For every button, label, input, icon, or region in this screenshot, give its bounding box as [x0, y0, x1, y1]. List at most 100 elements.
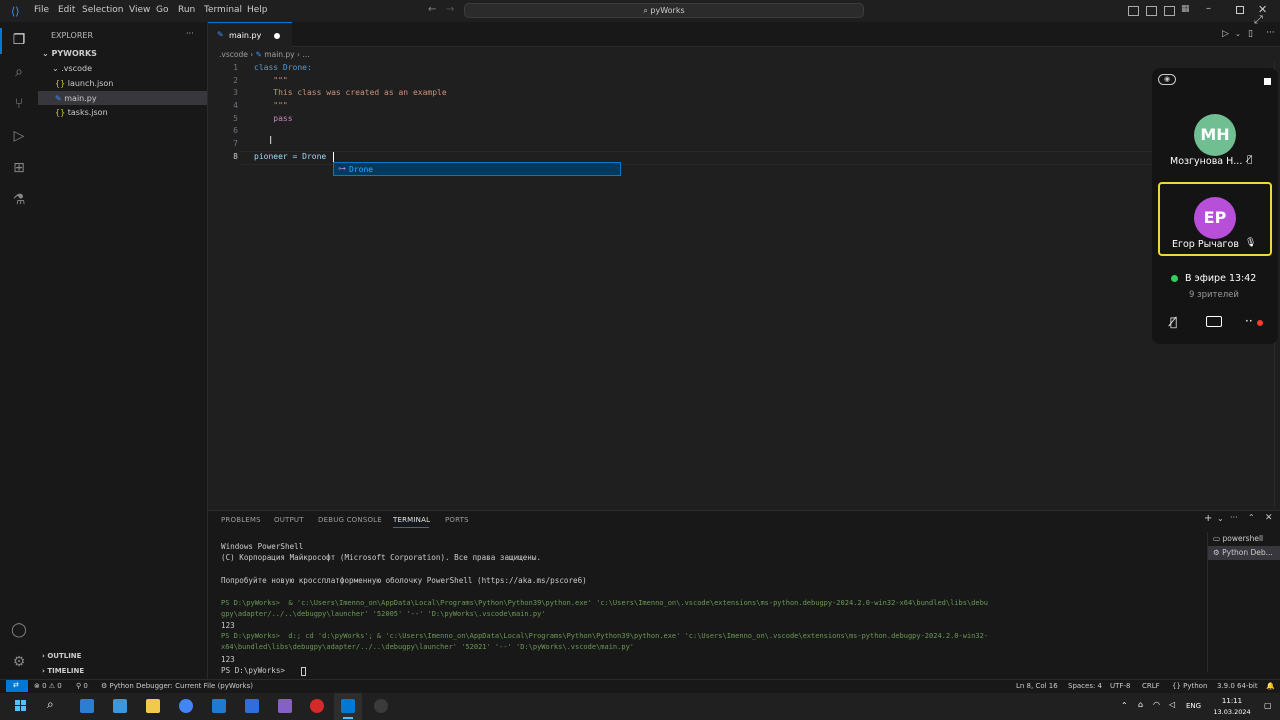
menu-view[interactable]: View — [129, 5, 150, 15]
tray-chevron-icon[interactable]: ⌃ — [1121, 701, 1128, 710]
line-number: 1 — [233, 63, 238, 72]
collapse-overlay-icon[interactable] — [1264, 78, 1271, 85]
indentation[interactable]: Spaces: 4 — [1068, 682, 1102, 690]
editor-more-icon[interactable]: ··· — [1266, 28, 1275, 38]
clock-date[interactable]: 13.03.2024 — [1210, 708, 1254, 716]
terminal-item-powershell[interactable]: ▭ powershell — [1213, 534, 1263, 543]
layout-panel-icon[interactable] — [1146, 6, 1157, 16]
timeline-section[interactable]: › TIMELINE — [42, 667, 84, 675]
run-debug-icon[interactable]: ▷ — [11, 128, 27, 144]
split-editor-icon[interactable]: ▯ — [1248, 29, 1253, 39]
customize-layout-icon[interactable]: ▦ — [1181, 4, 1190, 14]
cursor-position[interactable]: Ln 8, Col 16 — [1016, 682, 1058, 690]
code-editor[interactable] — [208, 62, 1280, 507]
new-terminal-icon[interactable]: + — [1204, 513, 1212, 524]
workspace-root[interactable]: ⌄ PYWORKS — [42, 49, 97, 58]
line-number: 8 — [233, 152, 238, 161]
input-language[interactable]: ENG — [1186, 702, 1201, 710]
restore-icon[interactable] — [1236, 6, 1244, 14]
taskbar-app-icon[interactable] — [245, 699, 259, 713]
close-panel-icon[interactable]: ✕ — [1265, 513, 1273, 523]
editor-tab-bar — [208, 22, 1280, 47]
file-explorer-icon[interactable] — [146, 699, 160, 713]
command-center-search[interactable]: ⌕ pyWorks — [464, 3, 864, 18]
mute-mic-button-icon[interactable]: 🎙̸ — [1170, 315, 1177, 329]
debug-status[interactable]: ⚙ Python Debugger: Current File (pyWorks… — [101, 682, 253, 690]
unsaved-dot-icon[interactable] — [274, 33, 280, 39]
back-arrow-icon[interactable]: ← — [428, 4, 436, 15]
menu-help[interactable]: Help — [247, 5, 268, 15]
menu-file[interactable]: File — [34, 5, 49, 15]
manage-gear-icon[interactable]: ⚙ — [11, 654, 27, 670]
breadcrumb-folder[interactable]: .vscode — [219, 50, 248, 59]
testing-icon[interactable]: ⚗ — [11, 192, 27, 208]
remote-indicator[interactable]: ⇄ — [6, 680, 28, 692]
forward-arrow-icon[interactable]: → — [446, 4, 454, 15]
run-file-icon[interactable]: ▷ — [1222, 29, 1229, 39]
language-mode[interactable]: {} Python — [1172, 682, 1207, 690]
maximize-panel-icon[interactable]: ⌃ — [1248, 513, 1255, 522]
taskbar-app-icon[interactable] — [113, 699, 127, 713]
source-control-icon[interactable]: ⑂ — [11, 96, 27, 112]
menu-edit[interactable]: Edit — [58, 5, 75, 15]
more-options-icon[interactable]: ·· — [1245, 314, 1253, 328]
tab-ports[interactable]: PORTS — [445, 516, 469, 524]
line-endings[interactable]: CRLF — [1142, 682, 1160, 690]
breadcrumb-file[interactable]: main.py — [264, 50, 294, 59]
tab-main-py[interactable]: ✎ main.py — [208, 22, 292, 47]
wifi-icon[interactable]: ◠ — [1153, 700, 1160, 709]
notification-center-icon[interactable]: ▢ — [1264, 701, 1272, 710]
expand-overlay-icon[interactable]: ⤢ — [1254, 13, 1263, 27]
extensions-icon[interactable]: ⊞ — [11, 160, 27, 176]
suggestion-widget[interactable]: ⊶ Drone — [333, 162, 621, 176]
notifications-bell-icon[interactable]: 🔔 — [1266, 682, 1275, 690]
terminal-item-label: powershell — [1222, 534, 1264, 543]
accounts-icon[interactable]: ◯ — [11, 622, 27, 638]
taskbar-search-icon[interactable]: ⌕ — [47, 697, 54, 712]
volume-icon[interactable]: ◁ — [1169, 700, 1175, 709]
tab-debug-console[interactable]: DEBUG CONSOLE — [318, 516, 382, 524]
tab-terminal[interactable]: TERMINAL — [393, 516, 430, 524]
windows-start-icon[interactable] — [15, 700, 27, 712]
opera-icon[interactable] — [310, 699, 324, 713]
panel-more-icon[interactable]: ··· — [1230, 513, 1238, 522]
json-file-icon: {} — [55, 79, 66, 88]
suggestion-item[interactable]: Drone — [349, 165, 373, 174]
taskbar-app-icon[interactable] — [80, 699, 94, 713]
folder-vscode[interactable]: ⌄ .vscode — [52, 64, 92, 73]
menu-go[interactable]: Go — [156, 5, 168, 15]
python-interpreter[interactable]: 3.9.0 64-bit — [1217, 682, 1258, 690]
explorer-icon[interactable]: ❐ — [11, 32, 27, 48]
terminal-item-python-debug[interactable]: ⚙ Python Deb... — [1213, 548, 1273, 557]
file-label: main.py — [64, 94, 97, 103]
camera-off-button-icon[interactable] — [1206, 316, 1222, 327]
menu-selection[interactable]: Selection — [82, 5, 123, 15]
terminal-prompt[interactable]: PS D:\pyWorks> — [221, 666, 290, 675]
tab-output[interactable]: OUTPUT — [274, 516, 304, 524]
layout-sidebar-icon[interactable] — [1128, 6, 1139, 16]
minimize-icon[interactable]: – — [1206, 3, 1211, 14]
file-tasks-json[interactable]: {} tasks.json — [55, 108, 108, 117]
encoding[interactable]: UTF-8 — [1110, 682, 1130, 690]
file-launch-json[interactable]: {} launch.json — [55, 79, 113, 88]
run-dropdown-icon[interactable]: ⌄ — [1235, 30, 1241, 38]
menu-terminal[interactable]: Terminal — [204, 5, 242, 15]
layout-secondary-icon[interactable] — [1164, 6, 1175, 16]
browser-icon[interactable] — [179, 699, 193, 713]
search-sidebar-icon[interactable]: ⌕ — [11, 64, 27, 80]
ports-status[interactable]: ⚲ 0 — [76, 682, 88, 690]
telemost-icon[interactable] — [374, 699, 388, 713]
visual-studio-icon[interactable] — [278, 699, 292, 713]
breadcrumb-symbol[interactable]: ... — [302, 50, 309, 59]
taskbar-app-icon[interactable] — [212, 699, 226, 713]
more-actions-icon[interactable]: ··· — [186, 29, 194, 38]
tab-problems[interactable]: PROBLEMS — [221, 516, 261, 524]
vscode-taskbar-icon[interactable] — [341, 699, 355, 713]
tray-icon[interactable]: ⌂ — [1138, 700, 1143, 709]
file-main-py[interactable]: ✎ main.py — [55, 94, 97, 103]
clock-time[interactable]: 11:11 — [1212, 697, 1252, 705]
menu-run[interactable]: Run — [178, 5, 195, 15]
outline-section[interactable]: › OUTLINE — [42, 652, 81, 660]
terminal-dropdown-icon[interactable]: ⌄ — [1217, 514, 1224, 523]
problems-status[interactable]: ⊗ 0 ⚠ 0 — [34, 682, 62, 690]
